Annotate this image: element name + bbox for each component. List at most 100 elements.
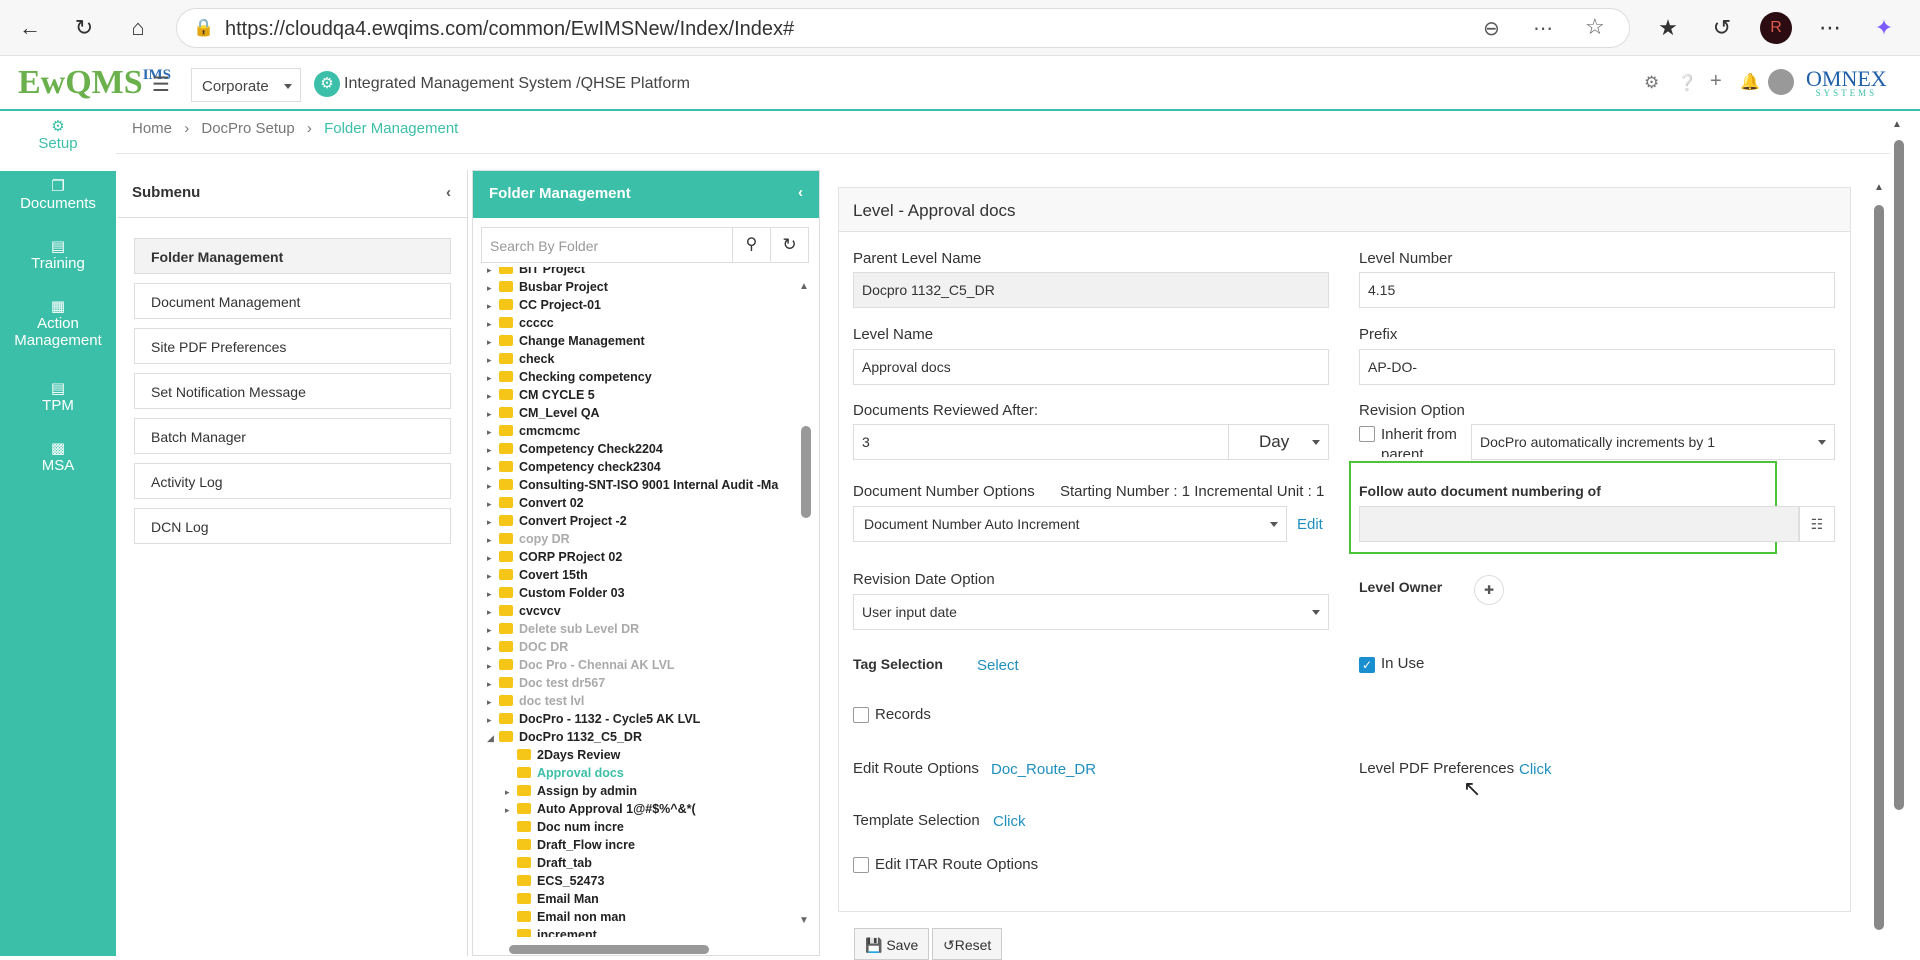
- expand-node-icon[interactable]: ▸: [487, 315, 499, 333]
- tree-node[interactable]: ▸ doc test lvl: [487, 692, 803, 710]
- page-scrollbar[interactable]: [1894, 140, 1904, 810]
- reviewed-after-field[interactable]: 3: [853, 424, 1229, 460]
- home-icon[interactable]: ⌂: [122, 12, 154, 44]
- follow-auto-field[interactable]: [1359, 506, 1799, 542]
- reset-button[interactable]: ↺Reset: [932, 928, 1003, 960]
- hamburger-menu-icon[interactable]: ☰: [152, 72, 170, 97]
- scroll-down-icon[interactable]: ▼: [799, 915, 809, 926]
- level-pdf-link[interactable]: Click: [1519, 761, 1552, 778]
- records-checkbox[interactable]: [853, 707, 869, 723]
- tree-node[interactable]: ▸ Custom Folder 03: [487, 584, 803, 602]
- submenu-item-dcn-log[interactable]: DCN Log: [134, 508, 451, 544]
- copilot-icon[interactable]: ✦: [1868, 12, 1900, 44]
- revision-option-select[interactable]: DocPro automatically increments by 1: [1471, 424, 1835, 460]
- nav-setup[interactable]: ⚙ Setup: [0, 111, 116, 171]
- tree-node[interactable]: ▸ DOC DR: [487, 638, 803, 656]
- submenu-item-folder-management[interactable]: Folder Management: [134, 238, 451, 274]
- expand-node-icon[interactable]: ▸: [487, 567, 499, 585]
- tree-node[interactable]: ECS_52473: [487, 872, 803, 890]
- tree-node[interactable]: ▸ cvcvcv: [487, 602, 803, 620]
- tree-node[interactable]: ▸ ccccc: [487, 314, 803, 332]
- nav-action-management[interactable]: ▦ Action Management: [0, 291, 116, 373]
- tree-node[interactable]: ▸ Assign by admin: [487, 782, 803, 800]
- expand-node-icon[interactable]: ▸: [487, 405, 499, 423]
- search-icon[interactable]: ⚲: [732, 228, 770, 262]
- back-arrow-icon[interactable]: ←: [14, 12, 46, 44]
- browser-menu-icon[interactable]: ⋯: [1814, 12, 1846, 44]
- breadcrumb-docpro-setup[interactable]: DocPro Setup: [201, 120, 294, 137]
- favorite-star-icon[interactable]: ☆: [1585, 14, 1605, 40]
- expand-node-icon[interactable]: ▸: [487, 531, 499, 549]
- hierarchy-picker-icon[interactable]: ☷: [1799, 506, 1835, 542]
- nav-documents[interactable]: ❐ Documents: [0, 171, 116, 231]
- expand-node-icon[interactable]: ▸: [487, 549, 499, 567]
- tree-node[interactable]: ▸ check: [487, 350, 803, 368]
- submenu-item-site-pdf-preferences[interactable]: Site PDF Preferences: [134, 328, 451, 364]
- tree-node[interactable]: ▸ Convert Project -2: [487, 512, 803, 530]
- add-owner-icon[interactable]: ✚: [1474, 575, 1504, 605]
- profile-avatar[interactable]: R: [1760, 12, 1792, 44]
- tree-node[interactable]: ▸ Covert 15th: [487, 566, 803, 584]
- breadcrumb-home[interactable]: Home: [132, 120, 172, 137]
- prefix-field[interactable]: AP-DO-: [1359, 349, 1835, 385]
- tree-node[interactable]: ◢ DocPro 1132_C5_DR: [487, 728, 803, 746]
- level-name-field[interactable]: Approval docs: [853, 349, 1329, 385]
- expand-node-icon[interactable]: ▸: [487, 477, 499, 495]
- tree-node[interactable]: Email Man: [487, 890, 803, 908]
- expand-node-icon[interactable]: ▸: [487, 621, 499, 639]
- edit-route-link[interactable]: Doc_Route_DR: [991, 761, 1096, 778]
- history-icon[interactable]: ↺: [1706, 12, 1738, 44]
- tree-node[interactable]: ▸ Convert 02: [487, 494, 803, 512]
- tree-node[interactable]: ▸ Consulting-SNT-ISO 9001 Internal Audit …: [487, 476, 803, 494]
- submenu-item-notification-message[interactable]: Set Notification Message: [134, 373, 451, 409]
- expand-node-icon[interactable]: ▸: [487, 333, 499, 351]
- expand-node-icon[interactable]: ▸: [487, 279, 499, 297]
- tree-node[interactable]: ▸ Competency Check2204: [487, 440, 803, 458]
- template-selection-link[interactable]: Click: [993, 813, 1026, 830]
- scroll-up-icon[interactable]: ▲: [799, 281, 809, 292]
- tree-node[interactable]: ▸ BIT Project: [487, 267, 803, 278]
- doc-number-option-select[interactable]: Document Number Auto Increment: [853, 506, 1287, 542]
- collapse-folder-panel-icon[interactable]: ‹: [798, 184, 803, 201]
- address-bar[interactable]: 🔒 https://cloudqa4.ewqims.com/common/EwI…: [176, 8, 1630, 48]
- itar-checkbox[interactable]: [853, 857, 869, 873]
- expand-node-icon[interactable]: ▸: [487, 351, 499, 369]
- level-number-field[interactable]: 4.15: [1359, 272, 1835, 308]
- tree-node[interactable]: Doc num incre: [487, 818, 803, 836]
- revision-date-select[interactable]: User input date: [853, 594, 1329, 630]
- submenu-item-activity-log[interactable]: Activity Log: [134, 463, 451, 499]
- expand-node-icon[interactable]: ▸: [487, 297, 499, 315]
- expand-node-icon[interactable]: ▸: [487, 459, 499, 477]
- nav-training[interactable]: ▤ Training: [0, 231, 116, 291]
- expand-node-icon[interactable]: ▸: [505, 801, 517, 819]
- expand-node-icon[interactable]: ▸: [487, 441, 499, 459]
- tree-node[interactable]: Draft_tab: [487, 854, 803, 872]
- add-icon[interactable]: +: [1710, 70, 1722, 93]
- submenu-item-document-management[interactable]: Document Management: [134, 283, 451, 319]
- expand-node-icon[interactable]: ▸: [487, 693, 499, 711]
- in-use-checkbox[interactable]: ✓: [1359, 657, 1375, 673]
- user-avatar[interactable]: [1768, 69, 1794, 95]
- save-button[interactable]: 💾 Save: [854, 928, 930, 960]
- settings-icon[interactable]: ⚙: [1644, 73, 1659, 93]
- tree-node[interactable]: ▸ CORP PRoject 02: [487, 548, 803, 566]
- tree-node[interactable]: ▸ cmcmcmc: [487, 422, 803, 440]
- zoom-out-icon[interactable]: ⊖: [1483, 16, 1500, 41]
- expand-node-icon[interactable]: ▸: [487, 639, 499, 657]
- nav-msa[interactable]: ▩ MSA: [0, 433, 116, 493]
- expand-node-icon[interactable]: ▸: [487, 369, 499, 387]
- expand-node-icon[interactable]: ▸: [487, 657, 499, 675]
- refresh-icon[interactable]: ↻: [68, 12, 100, 44]
- collapse-node-icon[interactable]: ◢: [487, 729, 499, 747]
- tree-node[interactable]: ▸ Doc test dr567: [487, 674, 803, 692]
- tree-node[interactable]: ▸ Change Management: [487, 332, 803, 350]
- expand-node-icon[interactable]: ▸: [505, 783, 517, 801]
- expand-node-icon[interactable]: ▸: [487, 495, 499, 513]
- submenu-item-batch-manager[interactable]: Batch Manager: [134, 418, 451, 454]
- doc-number-edit-link[interactable]: Edit: [1297, 516, 1323, 533]
- expand-node-icon[interactable]: ▸: [487, 423, 499, 441]
- expand-node-icon[interactable]: ▸: [487, 675, 499, 693]
- tree-node[interactable]: 2Days Review: [487, 746, 803, 764]
- expand-node-icon[interactable]: ▸: [487, 711, 499, 729]
- expand-node-icon[interactable]: ▸: [487, 513, 499, 531]
